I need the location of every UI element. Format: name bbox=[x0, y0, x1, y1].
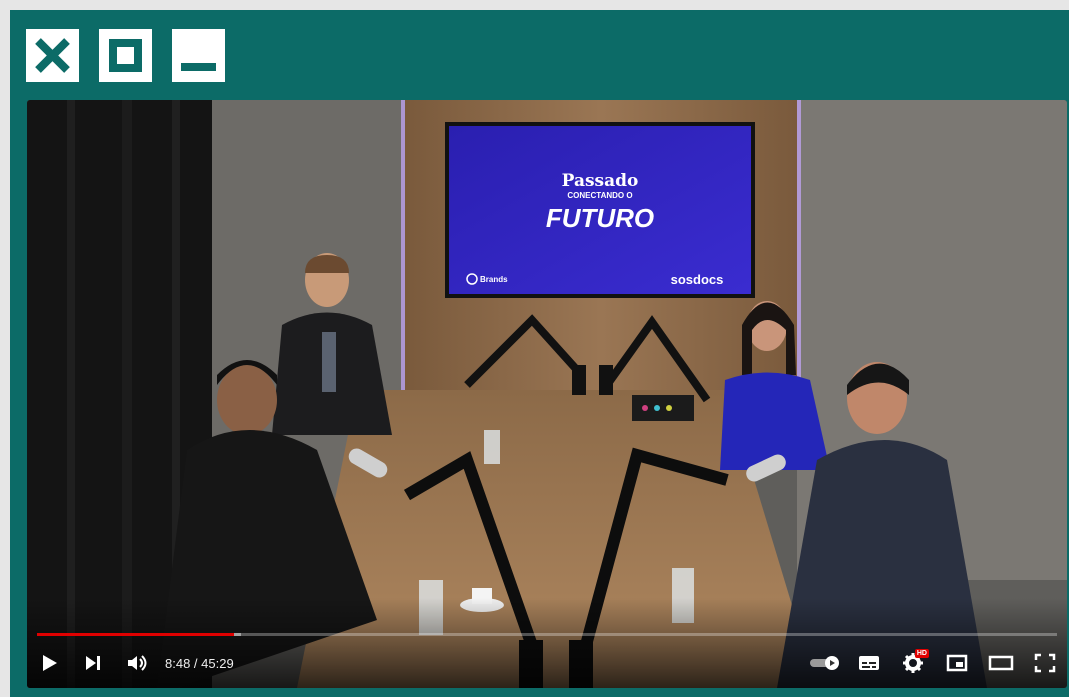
minimize-button[interactable] bbox=[172, 29, 225, 82]
play-icon bbox=[43, 655, 57, 671]
tv-logo-right: sosdocs bbox=[671, 272, 724, 287]
hd-badge: HD bbox=[914, 649, 929, 658]
minimize-icon bbox=[181, 63, 216, 71]
tv-title-line3: FUTURO bbox=[546, 203, 654, 233]
app-window: Passado CONECTANDO O FUTURO Brands sosdo… bbox=[10, 10, 1069, 697]
current-time: 8:48 bbox=[165, 655, 191, 671]
theater-icon bbox=[988, 655, 1014, 671]
maximize-button[interactable] bbox=[99, 29, 152, 82]
fullscreen-button[interactable] bbox=[1023, 646, 1067, 680]
tv-title-line2: CONECTANDO O bbox=[567, 191, 632, 200]
window-controls bbox=[26, 29, 225, 82]
next-icon bbox=[86, 656, 100, 670]
time-separator: / bbox=[190, 655, 202, 671]
autoplay-toggle[interactable] bbox=[803, 646, 847, 680]
fullscreen-icon bbox=[1034, 653, 1056, 673]
progress-played bbox=[37, 633, 234, 636]
video-player[interactable]: Passado CONECTANDO O FUTURO Brands sosdo… bbox=[27, 100, 1067, 688]
tv-title-line1: Passado bbox=[562, 171, 639, 191]
close-button[interactable] bbox=[26, 29, 79, 82]
subtitles-button[interactable] bbox=[847, 646, 891, 680]
subtitles-icon bbox=[859, 656, 879, 670]
volume-button[interactable] bbox=[115, 646, 159, 680]
next-button[interactable] bbox=[71, 646, 115, 680]
time-display: 8:48 / 45:29 bbox=[165, 656, 234, 671]
duration: 45:29 bbox=[201, 655, 234, 671]
miniplayer-button[interactable] bbox=[935, 646, 979, 680]
play-button[interactable] bbox=[27, 646, 71, 680]
progress-bar[interactable] bbox=[37, 633, 1057, 636]
close-icon bbox=[35, 38, 70, 73]
autoplay-toggle-icon bbox=[810, 656, 839, 670]
miniplayer-icon bbox=[946, 654, 968, 672]
player-controls: 8:48 / 45:29 HD bbox=[27, 646, 1067, 680]
maximize-icon bbox=[109, 39, 142, 72]
tv-logo-left: Brands bbox=[480, 275, 508, 284]
volume-icon bbox=[128, 655, 147, 671]
theater-button[interactable] bbox=[979, 646, 1023, 680]
settings-button[interactable]: HD bbox=[891, 646, 935, 680]
